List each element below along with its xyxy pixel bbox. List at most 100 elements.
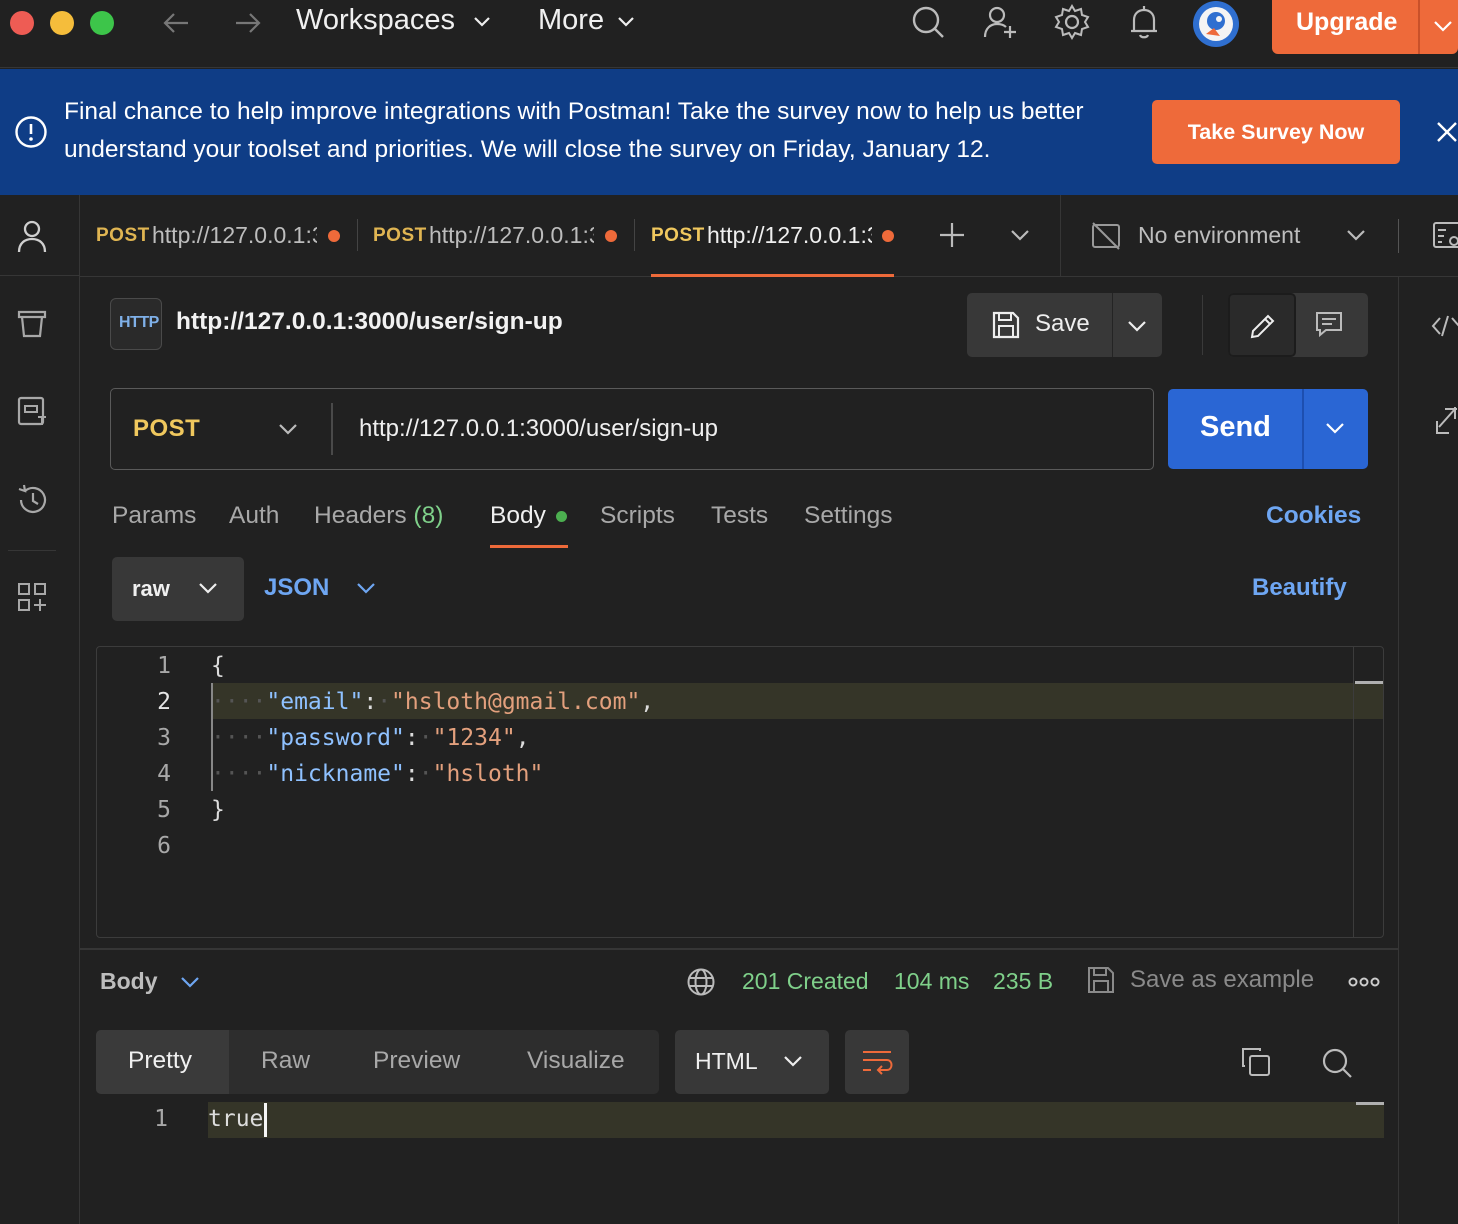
close-icon[interactable] (1434, 119, 1458, 145)
survey-banner: Final chance to help improve integration… (0, 69, 1458, 195)
save-as-example-button[interactable]: Save as example (1130, 966, 1314, 994)
request-tab-active[interactable]: POST http://127.0.0.1:3 (651, 195, 894, 277)
url-input[interactable]: http://127.0.0.1:3000/user/sign-up (359, 415, 718, 443)
response-format-select[interactable]: HTML (675, 1030, 829, 1094)
upgrade-button[interactable]: Upgrade (1272, 0, 1458, 54)
sidebar (0, 195, 80, 1224)
new-tab-plus-icon[interactable] (938, 221, 966, 249)
code-line: { (211, 653, 225, 679)
current-line-highlight (208, 1102, 1384, 1138)
wrap-lines-icon (863, 1051, 893, 1075)
environments-icon[interactable] (16, 395, 48, 427)
more-menu[interactable]: More (538, 4, 604, 37)
status-code[interactable]: 201 Created (742, 968, 869, 995)
tab-settings[interactable]: Settings (804, 502, 893, 530)
chevron-down-icon[interactable] (616, 14, 636, 30)
save-label: Save (1035, 310, 1090, 337)
close-window-button[interactable] (10, 11, 34, 35)
response-size[interactable]: 235 B (993, 968, 1053, 995)
chevron-down-icon[interactable] (277, 422, 299, 438)
tab-auth[interactable]: Auth (229, 502, 279, 530)
minimize-window-button[interactable] (50, 11, 74, 35)
method-select[interactable]: POST (133, 415, 200, 443)
workspaces-menu[interactable]: Workspaces (296, 4, 455, 37)
chevron-down-icon[interactable] (1324, 421, 1346, 437)
collections-trash-icon[interactable] (16, 307, 48, 339)
json-key: "password" (266, 725, 405, 751)
chevron-down-icon[interactable] (1127, 318, 1147, 334)
response-section-select[interactable]: Body (100, 968, 158, 995)
chevron-down-icon[interactable] (1010, 227, 1030, 243)
tab-raw[interactable]: Raw (261, 1047, 310, 1075)
http-badge-label: HTTP (119, 314, 159, 331)
word-wrap-button[interactable] (845, 1030, 909, 1094)
invite-user-icon[interactable] (982, 4, 1018, 40)
save-button[interactable]: Save (967, 293, 1162, 357)
copy-icon[interactable] (1240, 1046, 1272, 1078)
language-select[interactable]: JSON (264, 574, 329, 602)
add-apps-icon[interactable] (16, 581, 48, 613)
send-button[interactable]: Send (1168, 389, 1368, 469)
body-mode-select[interactable]: raw (112, 557, 244, 621)
bell-icon[interactable] (1126, 4, 1162, 40)
user-icon[interactable] (16, 219, 48, 253)
edit-button[interactable] (1228, 293, 1296, 357)
request-tab[interactable]: POST http://127.0.0.1:3 (373, 195, 633, 276)
url-bar: POST http://127.0.0.1:3000/user/sign-up (110, 388, 1154, 470)
line-number: 1 (157, 653, 171, 679)
tab-pretty[interactable]: Pretty (128, 1047, 192, 1075)
active-tab-indicator (651, 274, 894, 277)
take-survey-button[interactable]: Take Survey Now (1152, 100, 1400, 164)
active-tab-indicator (490, 545, 568, 548)
chevron-down-icon[interactable] (472, 14, 492, 30)
request-title[interactable]: http://127.0.0.1:3000/user/sign-up (176, 308, 563, 336)
info-icon (15, 116, 47, 148)
request-tab[interactable]: POST http://127.0.0.1:3 (96, 195, 356, 276)
tab-scripts[interactable]: Scripts (600, 502, 675, 530)
chevron-down-icon[interactable] (180, 975, 200, 991)
banner-message: Final chance to help improve integration… (64, 98, 1084, 163)
more-options-icon[interactable] (1348, 975, 1380, 989)
tab-body[interactable]: Body (490, 502, 546, 530)
tab-visualize[interactable]: Visualize (527, 1047, 625, 1075)
beautify-button[interactable]: Beautify (1252, 574, 1347, 602)
back-arrow-icon[interactable] (160, 8, 192, 38)
environment-quick-look-icon[interactable] (1432, 219, 1458, 251)
unsaved-dot (605, 230, 617, 242)
maximize-window-button[interactable] (90, 11, 114, 35)
gear-icon[interactable] (1054, 4, 1090, 40)
response-time[interactable]: 104 ms (894, 968, 969, 995)
request-body-editor[interactable]: 1 2 3 4 5 6 { ····"email":·"hsloth@gmail… (96, 646, 1384, 938)
tab-params[interactable]: Params (112, 502, 196, 530)
text-caret (264, 1103, 267, 1137)
chevron-down-icon[interactable] (1432, 18, 1454, 36)
response-resize-handle[interactable] (80, 948, 1398, 950)
code-snippet-icon[interactable] (1431, 313, 1458, 339)
json-value: "hsloth@gmail.com" (391, 689, 641, 715)
tab-url: http://127.0.0.1:3 (152, 222, 317, 248)
expand-panel-icon[interactable] (1435, 405, 1458, 435)
forward-arrow-icon[interactable] (232, 8, 264, 38)
editor-scrollbar-track[interactable] (1353, 647, 1354, 937)
globe-icon[interactable] (686, 967, 716, 997)
search-icon[interactable] (1320, 1046, 1354, 1080)
request-tab-bar: POST http://127.0.0.1:3 POST http://127.… (80, 195, 1458, 277)
tab-headers[interactable]: Headers (8) (314, 502, 443, 530)
line-number: 1 (154, 1106, 168, 1132)
response-body-text[interactable]: true (208, 1106, 263, 1132)
body-indicator-dot (556, 511, 567, 522)
chevron-down-icon[interactable] (356, 581, 376, 597)
cookies-link[interactable]: Cookies (1266, 502, 1361, 530)
title-bar: Workspaces More Upgrade (0, 0, 1458, 68)
search-icon[interactable] (910, 4, 946, 40)
avatar[interactable] (1192, 0, 1240, 48)
save-disk-icon (992, 311, 1020, 339)
comment-icon[interactable] (1314, 309, 1344, 339)
sidebar-divider (0, 275, 80, 276)
environment-selector[interactable]: No environment (1090, 195, 1368, 276)
tab-preview[interactable]: Preview (373, 1047, 460, 1075)
history-icon[interactable] (16, 483, 50, 517)
tab-tests[interactable]: Tests (711, 502, 768, 530)
format-label: HTML (695, 1048, 758, 1074)
line-number: 5 (157, 797, 171, 823)
